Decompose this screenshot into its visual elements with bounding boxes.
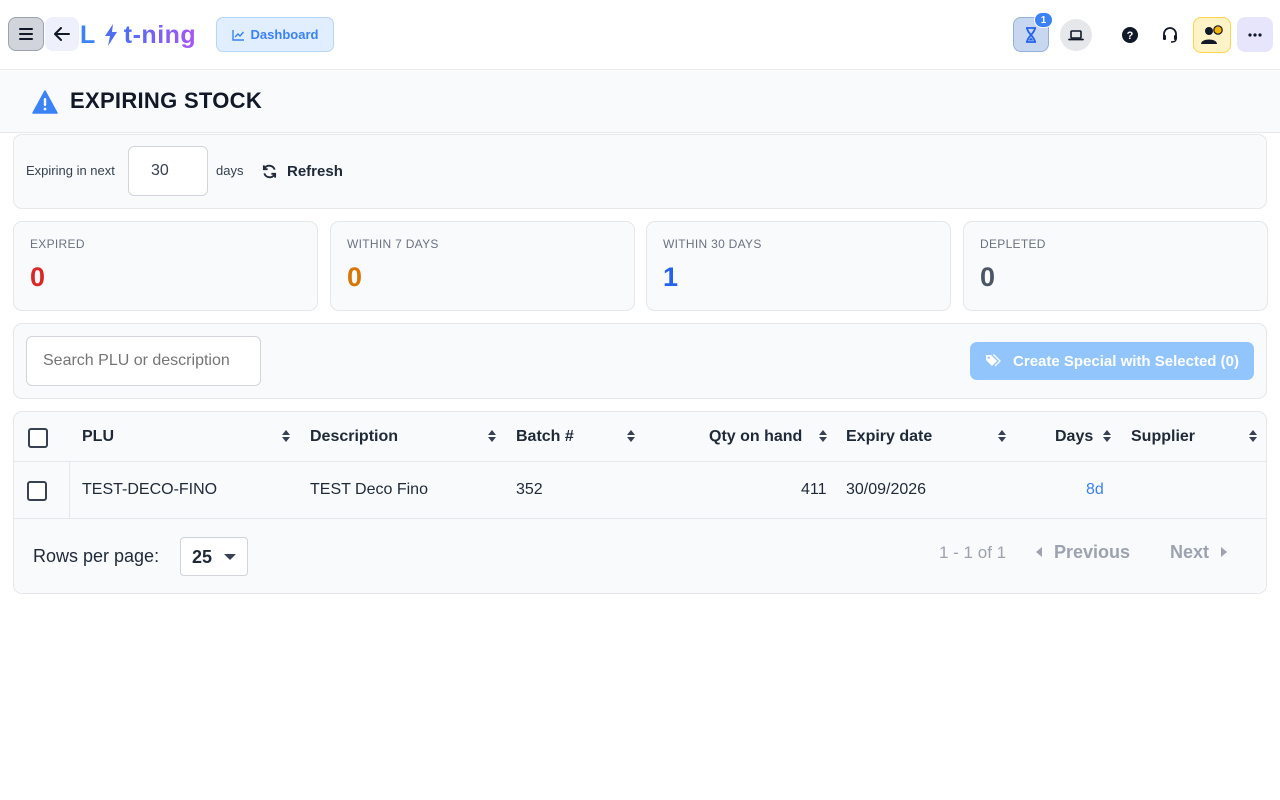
arrow-left-icon: [54, 27, 70, 41]
help-button[interactable]: ?: [1112, 17, 1148, 52]
select-all-checkbox[interactable]: [28, 428, 48, 448]
support-button[interactable]: [1152, 17, 1188, 52]
search-input[interactable]: [26, 336, 261, 386]
user-status-icon: [1201, 25, 1223, 44]
laptop-icon: [1068, 30, 1084, 41]
caret-left-icon: [1036, 547, 1042, 557]
stat-card-depleted: DEPLETED 0: [963, 221, 1268, 311]
column-header-qty-on-hand[interactable]: Qty on hand: [709, 428, 802, 446]
sort-icon[interactable]: [818, 429, 828, 443]
top-bar: L t-ning Dashboard 1 ?: [0, 0, 1280, 70]
rows-per-page-select[interactable]: 25: [180, 537, 248, 576]
create-special-label: Create Special with Selected (0): [1013, 352, 1239, 370]
lightning-bolt-icon: [104, 24, 118, 46]
cell-expiry-date: 30/09/2026: [846, 481, 927, 498]
pagination-range: 1 - 1 of 1: [939, 543, 1007, 562]
hourglass-icon: [1026, 26, 1036, 43]
notification-badge: 1: [1034, 12, 1053, 28]
laptop-button[interactable]: [1060, 19, 1092, 51]
tags-icon: [986, 354, 1001, 367]
refresh-button[interactable]: Refresh: [262, 156, 343, 186]
dashboard-label: Dashboard: [250, 27, 319, 42]
previous-label: Previous: [1054, 541, 1131, 562]
line-chart-icon: [231, 29, 244, 41]
next-label: Next: [1170, 541, 1210, 562]
headset-icon: [1163, 26, 1177, 43]
stat-value: 0: [30, 262, 46, 292]
cell-plu: TEST-DECO-FINO: [82, 481, 218, 498]
cell-days[interactable]: 8d: [1086, 481, 1104, 499]
stat-value: 0: [347, 262, 363, 292]
svg-text:?: ?: [1127, 30, 1134, 42]
next-page-button[interactable]: Next: [1170, 541, 1228, 563]
column-header-supplier[interactable]: Supplier: [1131, 428, 1195, 446]
stat-card-within-30-days: WITHIN 30 DAYS 1: [646, 221, 951, 311]
back-button[interactable]: [45, 17, 79, 51]
stat-label: EXPIRED: [30, 237, 85, 251]
stat-card-expired: EXPIRED 0: [13, 221, 318, 311]
sort-icon[interactable]: [281, 429, 291, 443]
question-circle-icon: ?: [1122, 26, 1138, 43]
column-header-plu[interactable]: PLU: [82, 428, 114, 446]
stat-card-within-7-days: WITHIN 7 DAYS 0: [330, 221, 635, 311]
refresh-icon: [262, 164, 277, 178]
row-checkbox[interactable]: [27, 481, 47, 501]
days-suffix-label: days: [216, 163, 244, 178]
column-header-expiry-date[interactable]: Expiry date: [846, 428, 932, 446]
sort-icon[interactable]: [1102, 429, 1112, 443]
row-divider: [69, 462, 70, 519]
sort-icon[interactable]: [997, 429, 1007, 443]
stat-label: WITHIN 30 DAYS: [663, 237, 762, 251]
dashboard-button[interactable]: Dashboard: [216, 17, 334, 52]
stat-label: DEPLETED: [980, 237, 1046, 251]
logo-text-left: L: [80, 20, 96, 49]
app-logo[interactable]: L t-ning: [80, 19, 196, 51]
hamburger-icon: [19, 28, 33, 40]
column-header-batch[interactable]: Batch #: [516, 428, 574, 446]
column-header-description[interactable]: Description: [310, 428, 398, 446]
expiring-in-label: Expiring in next: [26, 163, 115, 178]
logo-text-right: t-ning: [123, 20, 197, 49]
days-input[interactable]: 30: [128, 146, 208, 196]
create-special-button[interactable]: Create Special with Selected (0): [970, 342, 1254, 380]
cell-batch: 352: [516, 481, 543, 498]
user-button[interactable]: [1193, 17, 1231, 53]
rows-per-page-value: 25: [192, 547, 213, 567]
sort-icon[interactable]: [1248, 429, 1258, 443]
cell-qty-on-hand: 411: [801, 481, 827, 498]
column-header-days[interactable]: Days: [1055, 428, 1093, 446]
sort-icon[interactable]: [626, 429, 636, 443]
stat-value: 1: [663, 262, 679, 292]
cell-description: TEST Deco Fino: [310, 481, 428, 498]
sort-icon[interactable]: [487, 429, 497, 443]
chevron-down-icon: [224, 554, 236, 560]
more-button[interactable]: [1237, 17, 1273, 52]
caret-right-icon: [1221, 547, 1228, 557]
ellipsis-icon: [1248, 32, 1262, 37]
rows-per-page-label: Rows per page:: [33, 546, 160, 566]
warning-triangle-icon: [32, 90, 58, 114]
page-title: EXPIRING STOCK: [70, 88, 263, 113]
menu-button[interactable]: [8, 17, 44, 51]
previous-page-button[interactable]: Previous: [1036, 541, 1130, 563]
stat-value: 0: [980, 262, 996, 292]
refresh-label: Refresh: [287, 162, 343, 180]
hourglass-button[interactable]: 1: [1013, 12, 1053, 52]
stat-label: WITHIN 7 DAYS: [347, 237, 439, 251]
